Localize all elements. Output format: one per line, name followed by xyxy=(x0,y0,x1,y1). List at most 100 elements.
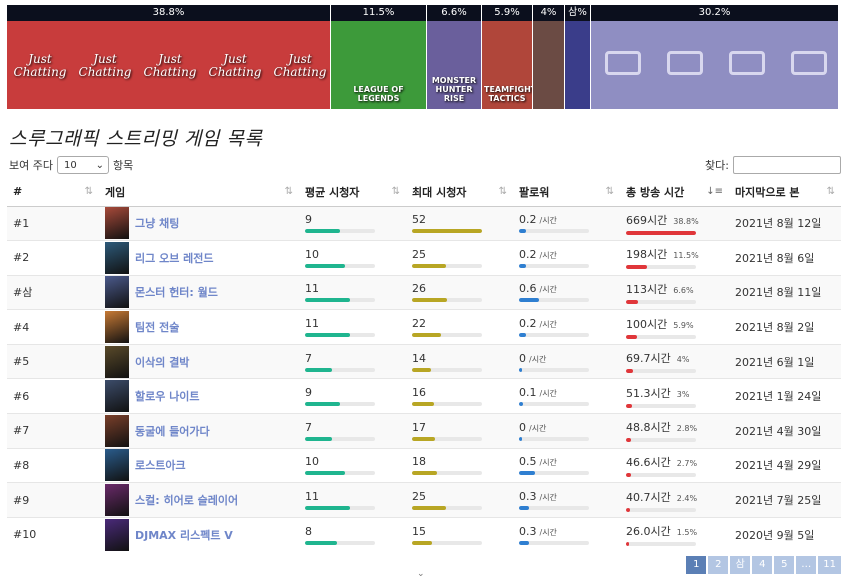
column-header[interactable]: 팔로워 ⇅ xyxy=(513,178,620,207)
metric-bar xyxy=(519,333,589,338)
strip-art: MONSTER HUNTER RISE xyxy=(427,21,481,109)
table-row[interactable]: #9 스컬: 히어로 슬레이어 11 25 0.3/시간 40.7시간 2.4% 2021년 … xyxy=(7,482,841,518)
metric-bar xyxy=(412,367,482,372)
metric-number: 40.7시간 xyxy=(626,490,671,504)
sort-icon[interactable]: ⇅ xyxy=(499,186,507,197)
game-link[interactable]: 리그 오브 레전드 xyxy=(135,250,214,266)
gamepad-icon xyxy=(605,51,641,75)
sort-icon[interactable]: ⇅ xyxy=(285,186,293,197)
metric-number: 22 xyxy=(412,317,426,331)
table-row[interactable]: #1 그냥 채팅 9 52 0.2/시간 669시간 38.8% 2021년 8월 12일 xyxy=(7,205,841,241)
game-thumbnail[interactable] xyxy=(105,276,129,309)
metric-value: 15 xyxy=(412,525,513,538)
metric-number: 198시간 xyxy=(626,248,668,262)
rank-cell: #5 xyxy=(7,343,99,379)
metric-cell: 0.6/시간 xyxy=(513,274,620,310)
gamepad-icon xyxy=(667,51,703,75)
page-button[interactable]: 4 xyxy=(752,556,773,574)
table-row[interactable]: #5 이삭의 결박 7 14 0/시간 69.7시간 4% 2021년 6월 1일 xyxy=(7,343,841,379)
column-header[interactable]: 마지막으로 본 ⇅ xyxy=(729,178,841,207)
metric-share: 2.7% xyxy=(676,458,698,468)
rank-cell: #6 xyxy=(7,378,99,414)
column-header-label: 마지막으로 본 xyxy=(735,185,800,199)
metric-cell: 26 xyxy=(406,274,513,310)
page-button[interactable]: 5 xyxy=(774,556,795,574)
metric-unit: /시간 xyxy=(539,285,557,295)
game-cell: DJMAX 리스펙트 V xyxy=(99,516,299,552)
strip-segment[interactable]: 38.8% Just Chatting Just Chatting Just Chat… xyxy=(7,5,331,109)
game-link[interactable]: 로스트아크 xyxy=(135,457,186,473)
column-header[interactable]: # ⇅ xyxy=(7,178,99,207)
table-row[interactable]: #6 할로우 나이트 9 16 0.1/시간 51.3시간 3% 2021년 1월 24일 xyxy=(7,378,841,414)
game-info: 리그 오브 레전드 xyxy=(105,241,299,274)
game-thumbnail[interactable] xyxy=(105,345,129,378)
column-header[interactable]: 최대 시청자 ⇅ xyxy=(406,178,513,207)
game-link[interactable]: 할로우 나이트 xyxy=(135,388,200,404)
game-link[interactable]: 이삭의 결박 xyxy=(135,354,189,370)
page-button[interactable]: 2 xyxy=(708,556,729,574)
strip-percent-label: 38.8% xyxy=(7,5,330,21)
table-row[interactable]: #4 팀전 전술 11 22 0.2/시간 100시간 5.9% 2021년 8월 2일 xyxy=(7,309,841,345)
metric-bar-fill xyxy=(626,334,637,339)
game-link[interactable]: 스컬: 히어로 슬레이어 xyxy=(135,492,238,508)
metric-number: 7 xyxy=(305,351,312,365)
sort-icon[interactable]: ⇅ xyxy=(85,186,93,197)
strip-segment[interactable]: 11.5% LEAGUE OF LEGENDS xyxy=(331,5,427,109)
strip-segment[interactable]: 삼% xyxy=(565,5,591,109)
page-button[interactable]: 1 xyxy=(686,556,707,574)
column-header[interactable]: 총 방송 시간 ↓≡ xyxy=(620,178,729,207)
metric-cell: 10 xyxy=(299,447,406,483)
page-button[interactable]: 11 xyxy=(818,556,841,574)
sort-icon[interactable]: ↓≡ xyxy=(706,186,723,197)
metric-bar-fill xyxy=(519,402,523,407)
metric-bar xyxy=(305,298,375,303)
strip-percent-label: 5.9% xyxy=(482,5,532,21)
game-thumbnail[interactable] xyxy=(105,414,129,447)
page-length-select[interactable]: 10 ⌄ xyxy=(56,156,109,174)
game-link[interactable]: 그냥 채팅 xyxy=(135,215,179,231)
metric-bar-fill xyxy=(626,299,638,304)
metric-number: 26.0시간 xyxy=(626,525,671,539)
metric-bar-fill xyxy=(305,229,340,234)
game-thumbnail[interactable] xyxy=(105,241,129,274)
rank-cell: #1 xyxy=(7,205,99,241)
table-row[interactable]: #7 동굴에 들어가다 7 17 0/시간 48.8시간 2.8% 2021년 4월 30일 xyxy=(7,413,841,449)
game-thumbnail[interactable] xyxy=(105,484,129,517)
game-link[interactable]: 동굴에 들어가다 xyxy=(135,423,210,439)
column-header-label: 게임 xyxy=(105,185,126,199)
sort-icon[interactable]: ⇅ xyxy=(392,186,400,197)
metric-cell: 25 xyxy=(406,482,513,518)
table-row[interactable]: #10 DJMAX 리스펙트 V 8 15 0.3/시간 26.0시간 1.5% 2020년 … xyxy=(7,516,841,552)
page-length-value: 10 xyxy=(63,159,77,171)
last-seen-cell: 2021년 8월 6일 xyxy=(729,240,841,276)
strip-segment[interactable]: 6.6% MONSTER HUNTER RISE xyxy=(427,5,482,109)
table-row[interactable]: #2 리그 오브 레전드 10 25 0.2/시간 198시간 11.5% 2021년 8월 … xyxy=(7,240,841,276)
game-info: 그냥 채팅 xyxy=(105,207,299,240)
game-thumbnail[interactable] xyxy=(105,207,129,240)
game-thumbnail[interactable] xyxy=(105,380,129,413)
page-button[interactable]: 삼 xyxy=(730,556,751,574)
game-link[interactable]: DJMAX 리스펙트 V xyxy=(135,527,233,543)
strip-percent-label: 4% xyxy=(533,5,564,21)
metric-bar-fill xyxy=(626,369,633,374)
game-thumbnail[interactable] xyxy=(105,518,129,551)
column-header[interactable]: 게임 ⇅ xyxy=(99,178,299,207)
strip-segment[interactable]: 4% xyxy=(533,5,565,109)
table-row[interactable]: #삼 몬스터 헌터: 월드 11 26 0.6/시간 113시간 6.6% 2021년 8월 … xyxy=(7,274,841,310)
metric-bar-fill xyxy=(626,438,631,443)
search-input[interactable] xyxy=(733,156,841,174)
game-link[interactable]: 팀전 전술 xyxy=(135,319,179,335)
column-header[interactable]: 평균 시청자 ⇅ xyxy=(299,178,406,207)
strip-segment[interactable]: 30.2% xyxy=(591,5,839,109)
metric-cell: 15 xyxy=(406,516,513,552)
sort-icon[interactable]: ⇅ xyxy=(606,186,614,197)
table-row[interactable]: #8 로스트아크 10 18 0.5/시간 46.6시간 2.7% 2021년 4월 29일 xyxy=(7,447,841,483)
last-seen-cell: 2021년 4월 29일 xyxy=(729,447,841,483)
metric-cell: 26.0시간 1.5% xyxy=(620,516,729,552)
strip-segment[interactable]: 5.9% TEAMFIGHT TACTICS xyxy=(482,5,533,109)
metric-number: 52 xyxy=(412,213,426,227)
sort-icon[interactable]: ⇅ xyxy=(827,186,835,197)
game-thumbnail[interactable] xyxy=(105,449,129,482)
game-thumbnail[interactable] xyxy=(105,311,129,344)
game-link[interactable]: 몬스터 헌터: 월드 xyxy=(135,284,218,300)
